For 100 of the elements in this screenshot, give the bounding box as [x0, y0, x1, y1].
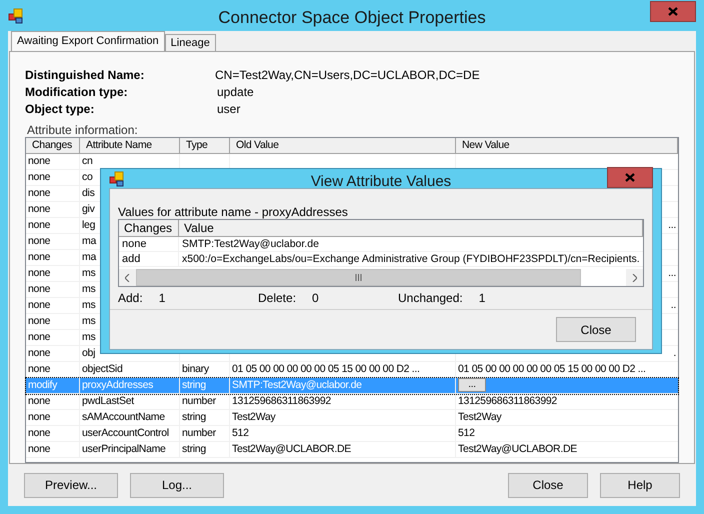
- table-cell: none: [28, 251, 50, 263]
- table-cell: none: [28, 395, 50, 407]
- list-cell: none: [122, 238, 146, 250]
- column-header[interactable]: Changes: [119, 220, 179, 237]
- field-label: Modification type:: [25, 84, 129, 100]
- scrollbar-thumb[interactable]: [136, 269, 581, 286]
- table-cell: proxyAddresses: [82, 379, 154, 391]
- table-cell: string: [182, 443, 206, 455]
- column-header[interactable]: Value: [179, 220, 643, 237]
- dialog-button[interactable]: Close: [508, 472, 588, 498]
- count-value: 0: [312, 290, 319, 307]
- table-cell: ms: [82, 267, 96, 279]
- table-cell: ...: [668, 266, 676, 281]
- table-row[interactable]: none userPrincipalName string Test2Way@UCLABOR.DE Test2Way@UCLABOR.DE: [26, 442, 678, 458]
- table-cell: none: [28, 331, 50, 343]
- count-label: Unchanged:: [398, 290, 463, 307]
- table-cell: pwdLastSet: [82, 395, 134, 407]
- list-cell: add: [122, 253, 140, 265]
- table-cell: ...: [668, 218, 676, 233]
- table-cell: number: [182, 427, 216, 439]
- table-cell: dis: [82, 187, 95, 199]
- table-cell: number: [182, 395, 216, 407]
- close-button[interactable]: [607, 167, 653, 188]
- field-value: CN=Test2Way,CN=Users,DC=UCLABOR,DC=DE: [215, 66, 480, 84]
- list-cell: SMTP:Test2Way@uclabor.de: [182, 238, 319, 250]
- table-cell: modify: [28, 379, 58, 391]
- field-value: update: [216, 84, 254, 100]
- table-cell: none: [28, 443, 50, 455]
- table-cell: ma: [82, 235, 96, 247]
- count-label: Delete:: [258, 290, 296, 307]
- table-row[interactable]: none objectSid binary 01 05 00 00 00 00 00 05 15 00 00 00 D2 ... 01 05 00 00 00 00 00 05 15 00 00 00 D2 ...: [26, 362, 678, 378]
- list-cell: x500:/o=ExchangeLabs/ou=Exchange Administrative Group (FYDIBOHF23SPDLT)/cn=Recipients.: [182, 253, 640, 265]
- table-cell: ma: [82, 251, 96, 263]
- table-cell: none: [28, 187, 50, 199]
- table-row[interactable]: none pwdLastSet number 131259686311863992 131259686311863992: [26, 394, 678, 410]
- table-cell: none: [28, 299, 50, 311]
- table-cell: 131259686311863992: [232, 395, 331, 407]
- table-cell: ms: [82, 283, 96, 295]
- table-cell: binary: [182, 363, 209, 375]
- table-cell: 01 05 00 00 00 00 00 05 15 00 00 00 D2 ...: [458, 362, 646, 377]
- table-cell: SMTP:Test2Way@uclabor.de: [232, 379, 362, 391]
- field-label: Object type:: [25, 100, 96, 118]
- table-cell: leg: [82, 219, 96, 231]
- dialog-button[interactable]: Help: [600, 472, 680, 498]
- close-icon: [625, 173, 635, 182]
- table-cell: 131259686311863992: [458, 394, 557, 409]
- table-cell: .: [673, 346, 676, 361]
- dialog-button[interactable]: Preview...: [24, 472, 118, 498]
- table-cell: 01 05 00 00 00 00 00 05 15 00 00 00 D2 ...: [232, 363, 420, 375]
- table-cell: none: [28, 411, 50, 423]
- table-cell: 512: [232, 427, 249, 439]
- table-cell: objectSid: [82, 363, 122, 375]
- table-cell: Test2Way@UCLABOR.DE: [232, 443, 351, 455]
- table-cell: Test2Way@UCLABOR.DE: [458, 442, 577, 457]
- section-label: Attribute information:: [27, 123, 138, 137]
- table-row[interactable]: none userAccountControl number 512 512: [26, 426, 678, 442]
- dialog-label: Values for attribute name - proxyAddresses: [118, 205, 348, 219]
- table-cell: none: [28, 235, 50, 247]
- count-label: Add:: [118, 290, 143, 307]
- app-icon: [8, 8, 24, 24]
- table-cell: giv: [82, 203, 95, 215]
- table-cell: none: [28, 363, 50, 375]
- table-cell: none: [28, 219, 50, 231]
- table-cell: ..: [670, 298, 676, 313]
- table-cell: none: [28, 315, 50, 327]
- edit-value-button[interactable]: ...: [458, 378, 486, 392]
- grip-icon: [355, 274, 362, 281]
- horizontal-scrollbar[interactable]: [119, 269, 643, 286]
- table-cell: obj: [82, 347, 96, 359]
- table-cell: Test2Way: [458, 410, 502, 425]
- table-cell: Test2Way: [232, 411, 276, 423]
- table-row[interactable]: none sAMAccountName string Test2Way Test2Way: [26, 410, 678, 426]
- table-cell: none: [28, 155, 50, 167]
- table-cell: none: [28, 267, 50, 279]
- table-cell: none: [28, 171, 50, 183]
- table-cell: string: [182, 379, 206, 391]
- app-icon: [109, 170, 125, 186]
- window-title: Connector Space Object Properties: [217, 7, 487, 29]
- table-cell: 512: [458, 426, 475, 441]
- table-cell: co: [82, 171, 92, 183]
- count-value: 1: [158, 290, 166, 307]
- tab[interactable]: Lineage: [164, 34, 216, 51]
- table-cell: sAMAccountName: [82, 411, 165, 423]
- table-cell: string: [182, 411, 206, 423]
- dialog-title: View Attribute Values: [310, 172, 452, 192]
- count-value: 1: [478, 290, 486, 307]
- field-value: user: [216, 100, 240, 118]
- table-cell: none: [28, 427, 50, 439]
- table-cell: none: [28, 347, 50, 359]
- table-cell: cn: [82, 155, 92, 167]
- table-cell: none: [28, 203, 50, 215]
- field-label: Distinguished Name:: [25, 66, 146, 84]
- dialog-button[interactable]: Close: [556, 317, 636, 342]
- table-cell: ms: [82, 331, 96, 343]
- table-row[interactable]: modify proxyAddresses string SMTP:Test2Way@uclabor.de ...: [26, 378, 678, 394]
- tab[interactable]: Awaiting Export Confirmation: [11, 31, 165, 51]
- dialog-button[interactable]: Log...: [130, 472, 224, 498]
- close-button[interactable]: [650, 1, 696, 22]
- table-cell: userAccountControl: [82, 427, 169, 439]
- table-cell: userPrincipalName: [82, 443, 166, 455]
